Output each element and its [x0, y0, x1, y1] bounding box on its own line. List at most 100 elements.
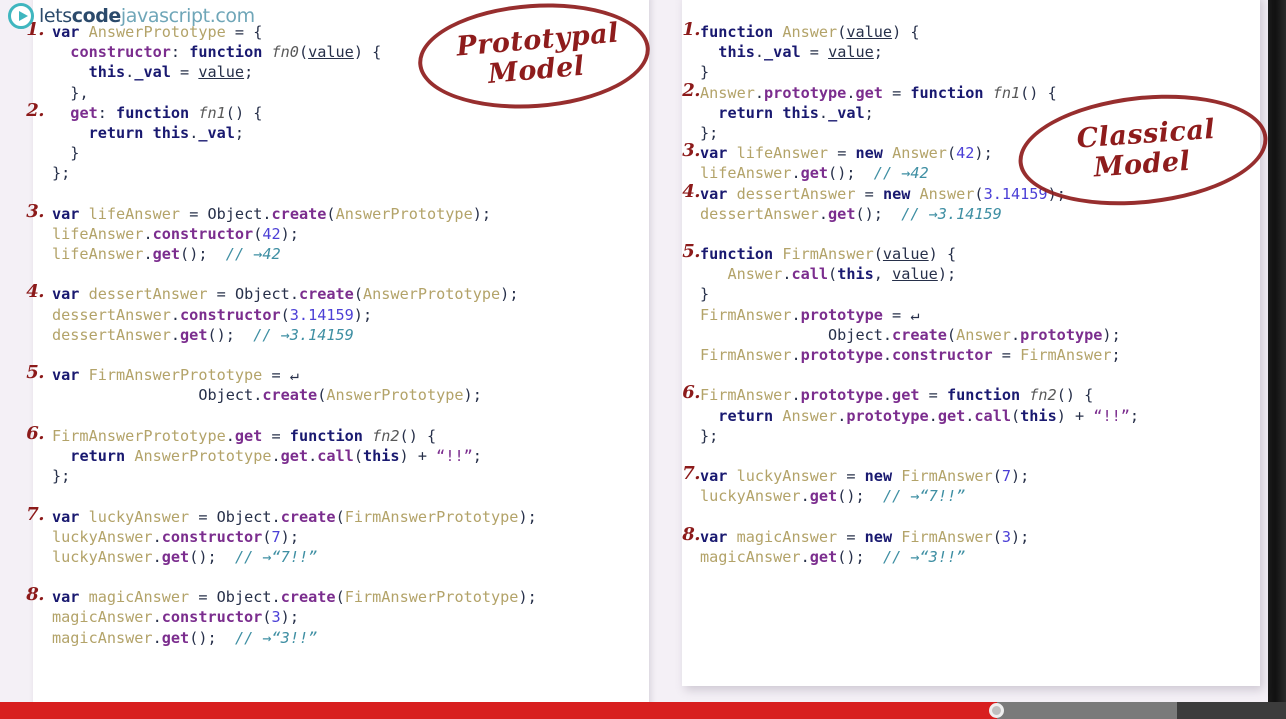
- code-line-text: constructor: function fn0(value) {: [70, 43, 382, 62]
- code-line-text: var magicAnswer = Object.create(FirmAnsw…: [52, 588, 537, 607]
- code-line: 8. var magicAnswer = new FirmAnswer(3);: [682, 524, 1139, 547]
- code-line: };: [700, 426, 1139, 446]
- code-line-text: function FirmAnswer(value) {: [700, 245, 957, 264]
- code-line: 6. FirmAnswerPrototype.get = function fn2…: [26, 423, 537, 446]
- video-progress-bar[interactable]: [0, 702, 1286, 719]
- code-line-text: var magicAnswer = new FirmAnswer(3);: [700, 527, 1030, 546]
- step-number: 1.: [26, 19, 44, 40]
- code-line-text: var lifeAnswer = Object.create(AnswerPro…: [52, 204, 492, 223]
- right-letterbox-strip: [1268, 0, 1286, 719]
- code-spacer: [700, 507, 1139, 527]
- code-line: 8. var magicAnswer = Object.create(FirmAn…: [26, 585, 537, 607]
- code-line: },: [52, 83, 537, 103]
- code-line: }: [52, 143, 537, 163]
- code-line: constructor: function fn0(value) {: [52, 42, 537, 62]
- code-line-text: return AnswerPrototype.get.call(this) + …: [70, 446, 482, 465]
- code-spacer: [52, 567, 537, 587]
- code-line: dessertAnswer.constructor(3.14159);: [52, 305, 537, 325]
- code-line: 7. var luckyAnswer = Object.create(FirmAn…: [26, 504, 537, 527]
- step-number: 2.: [682, 79, 700, 101]
- code-line-text: luckyAnswer.constructor(7);: [52, 527, 299, 546]
- code-line-text: return Answer.prototype.get.call(this) +…: [718, 406, 1140, 425]
- code-line-text: luckyAnswer.get(); // →“7!!”: [700, 487, 966, 506]
- code-spacer: [700, 224, 1139, 244]
- code-line-text: Object.create(Answer.prototype);: [828, 325, 1121, 344]
- code-line: magicAnswer.constructor(3);: [52, 607, 537, 627]
- code-spacer: [52, 264, 537, 284]
- code-line: };: [700, 123, 1139, 143]
- code-spacer: [52, 486, 537, 506]
- code-line-text: luckyAnswer.get(); // →“7!!”: [52, 547, 318, 566]
- step-number: 1.: [682, 19, 700, 40]
- code-line-text: Answer.call(this, value);: [727, 265, 957, 284]
- code-line-text: var dessertAnswer = Object.create(Answer…: [52, 285, 519, 304]
- code-line: 6. FirmAnswer.prototype.get = function fn…: [682, 383, 1139, 405]
- code-line-text: return this._val;: [718, 103, 874, 122]
- code-line-text: }: [700, 285, 710, 304]
- step-number: 4.: [682, 180, 700, 202]
- code-line-text: lifeAnswer.get(); // →42: [700, 164, 929, 183]
- code-line: 5. function FirmAnswer(value) {: [682, 241, 1139, 264]
- code-line-text: };: [52, 467, 71, 486]
- step-number: 5.: [26, 362, 44, 384]
- classical-code-block: 1. function Answer(value) { this._val = v…: [682, 19, 1139, 567]
- code-line: FirmAnswer.prototype.constructor = FirmA…: [700, 345, 1139, 365]
- code-line: Answer.call(this, value);: [700, 264, 1139, 284]
- code-line: dessertAnswer.get(); // →3.14159: [700, 204, 1139, 224]
- code-line-text: dessertAnswer.get(); // →3.14159: [700, 204, 1002, 223]
- code-line: 1. var AnswerPrototype = {: [26, 19, 537, 42]
- code-line-text: }: [700, 63, 710, 82]
- step-number: 8.: [682, 523, 700, 545]
- code-line: this._val = value;: [700, 42, 1139, 62]
- code-line: 1. function Answer(value) {: [682, 19, 1139, 42]
- code-line: return Answer.prototype.get.call(this) +…: [700, 406, 1139, 426]
- code-line-text: },: [70, 83, 89, 102]
- code-line: }: [700, 62, 1139, 82]
- video-buffered-range: [996, 702, 1177, 719]
- code-line: 3. var lifeAnswer = Object.create(AnswerP…: [26, 201, 537, 224]
- code-line-text: magicAnswer.constructor(3);: [52, 608, 299, 627]
- code-line: return this._val;: [52, 123, 537, 143]
- code-line: return this._val;: [700, 103, 1139, 123]
- code-line-text: this._val = value;: [88, 63, 254, 82]
- video-frame: letscodejavascript.com 1. var AnswerProto…: [0, 0, 1286, 719]
- step-number: 5.: [682, 241, 700, 263]
- step-number: 2.: [26, 99, 44, 121]
- code-line-text: get: function fn1() {: [70, 103, 263, 122]
- code-line: 2. Answer.prototype.get = function fn1() …: [682, 80, 1139, 103]
- step-number: 7.: [26, 503, 44, 525]
- code-spacer: [52, 406, 537, 426]
- code-line: }: [700, 284, 1139, 304]
- code-line: this._val = value;: [52, 62, 537, 82]
- code-line: 7. var luckyAnswer = new FirmAnswer(7);: [682, 463, 1139, 486]
- code-line-text: magicAnswer.get(); // →“3!!”: [700, 547, 966, 566]
- code-spacer: [700, 446, 1139, 466]
- code-line: FirmAnswer.prototype = ↵: [700, 305, 1139, 325]
- code-spacer: [52, 345, 537, 365]
- code-line-text: this._val = value;: [718, 43, 883, 62]
- code-line: 4. var dessertAnswer = new Answer(3.14159…: [682, 181, 1139, 204]
- code-line-text: var AnswerPrototype = {: [52, 23, 263, 41]
- code-line-text: FirmAnswer.prototype.constructor = FirmA…: [700, 346, 1121, 364]
- code-spacer: [700, 365, 1139, 385]
- code-line: lifeAnswer.get(); // →42: [700, 163, 1139, 183]
- code-line-text: function Answer(value) {: [700, 23, 920, 41]
- code-line: magicAnswer.get(); // →“3!!”: [700, 547, 1139, 567]
- code-line-text: dessertAnswer.constructor(3.14159);: [52, 305, 373, 324]
- code-line-text: }: [70, 144, 80, 163]
- code-line-text: var luckyAnswer = new FirmAnswer(7);: [700, 467, 1030, 486]
- code-line: Object.create(Answer.prototype);: [700, 325, 1139, 345]
- code-line: luckyAnswer.get(); // →“7!!”: [700, 486, 1139, 506]
- video-played-range: [0, 702, 997, 719]
- code-line-text: lifeAnswer.get(); // →42: [52, 245, 281, 264]
- step-number: 3.: [682, 140, 700, 162]
- step-number: 7.: [682, 463, 700, 485]
- code-line: return AnswerPrototype.get.call(this) + …: [52, 446, 537, 466]
- code-line-text: };: [52, 164, 71, 183]
- code-line-text: magicAnswer.get(); // →“3!!”: [52, 628, 318, 647]
- code-line: 5. var FirmAnswerPrototype = ↵: [26, 362, 537, 385]
- code-line-text: var lifeAnswer = new Answer(42);: [700, 144, 993, 163]
- code-line-text: FirmAnswerPrototype.get = function fn2()…: [52, 426, 437, 445]
- code-line: luckyAnswer.get(); // →“7!!”: [52, 547, 537, 567]
- code-line-text: dessertAnswer.get(); // →3.14159: [52, 325, 354, 344]
